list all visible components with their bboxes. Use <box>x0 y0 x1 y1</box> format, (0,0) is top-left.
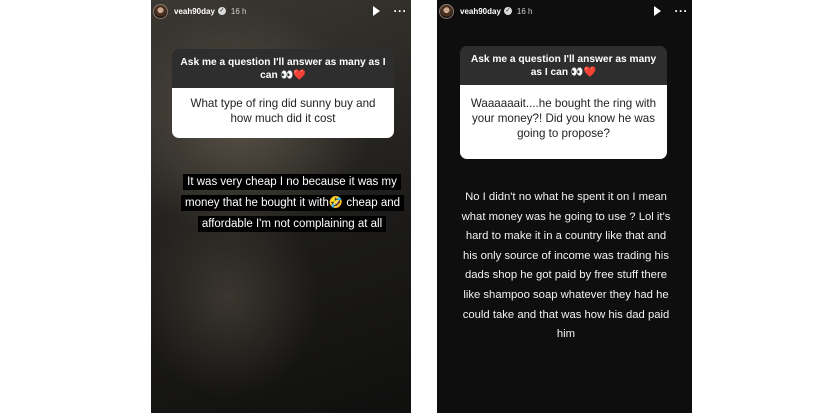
question-sticker: Ask me a question I'll answer as many as… <box>172 49 394 138</box>
answer-text-content: It was very cheap I no because it was my… <box>181 174 405 232</box>
heart-emoji-icon: ❤️ <box>583 67 597 78</box>
play-icon[interactable] <box>372 6 380 16</box>
more-options-icon[interactable]: ··· <box>394 5 408 17</box>
story-header: veah90day ✓ 16 h ··· <box>439 2 688 20</box>
story-left[interactable]: veah90day ✓ 16 h ··· Ask me a question I… <box>151 0 411 413</box>
story-header: veah90day ✓ 16 h ··· <box>153 2 407 20</box>
heart-emoji-icon: ❤️ <box>293 70 306 81</box>
avatar[interactable] <box>439 3 454 19</box>
question-sticker: Ask me a question I'll answer as many as… <box>460 46 667 159</box>
eyes-emoji-icon: 👀 <box>570 67 584 78</box>
question-text: What type of ring did sunny buy and how … <box>172 88 394 138</box>
question-prompt: Ask me a question I'll answer as many as… <box>460 46 667 85</box>
timestamp: 16 h <box>516 6 533 16</box>
answer-text: No I didn't no what he spent it on I mea… <box>461 191 671 341</box>
username[interactable]: veah90day <box>174 7 215 16</box>
username[interactable]: veah90day <box>460 7 501 16</box>
question-prompt-text: Ask me a question I'll answer as many as… <box>470 54 657 78</box>
eyes-emoji-icon: 👀 <box>280 70 294 81</box>
question-text: Waaaaaait....he bought the ring with you… <box>460 85 667 159</box>
verified-badge-icon: ✓ <box>503 7 512 15</box>
avatar[interactable] <box>153 3 168 19</box>
answer-text: It was very cheap I no because it was my… <box>181 172 405 235</box>
play-icon[interactable] <box>653 6 661 16</box>
verified-badge-icon: ✓ <box>217 7 226 15</box>
timestamp: 16 h <box>230 6 247 16</box>
more-options-icon[interactable]: ··· <box>675 5 689 17</box>
question-prompt: Ask me a question I'll answer as many as… <box>172 49 394 88</box>
story-right[interactable]: veah90day ✓ 16 h ··· Ask me a question I… <box>437 0 692 413</box>
